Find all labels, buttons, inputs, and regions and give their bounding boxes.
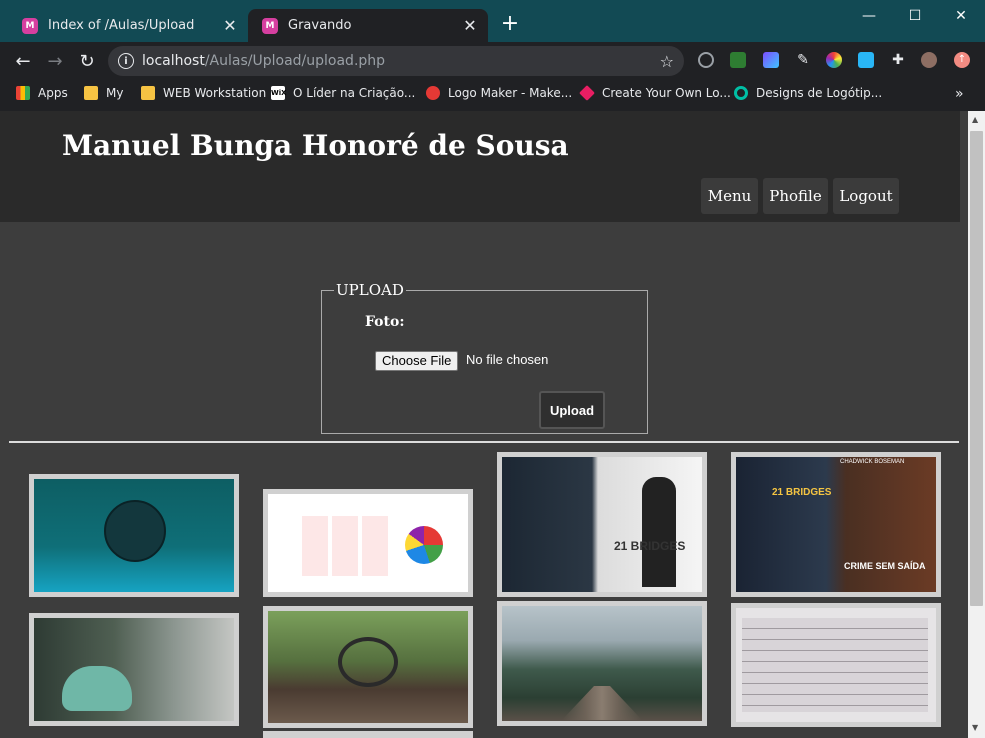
folder-icon	[141, 86, 155, 100]
bookmark-web-workstation[interactable]: WEB Workstation	[141, 86, 266, 100]
extension-icon[interactable]	[858, 52, 874, 68]
site-title: Manuel Bunga Honoré de Sousa	[62, 129, 569, 162]
gallery-image-21-bridges-dvd[interactable]: 21 BRIDGES	[497, 452, 707, 597]
site-header: Manuel Bunga Honoré de Sousa Menu Phofil…	[0, 111, 960, 222]
wix-icon: WiX	[271, 86, 287, 100]
page-content: Manuel Bunga Honoré de Sousa Menu Phofil…	[0, 111, 968, 738]
extension-icon[interactable]	[698, 52, 714, 68]
tab-title: Index of /Aulas/Upload	[48, 18, 195, 33]
minimize-button[interactable]: —	[846, 0, 892, 32]
pen-icon[interactable]: ✎	[795, 52, 811, 68]
divider	[9, 441, 959, 443]
tab-strip: M Index of /Aulas/Upload ✕ M Gravando ✕ …	[0, 0, 985, 42]
gallery-image-logo[interactable]	[29, 474, 239, 597]
poster-subtitle: CRIME SEM SAÍDA	[844, 561, 926, 571]
forward-button[interactable]: →	[42, 48, 68, 74]
gallery-image-price-table[interactable]	[263, 489, 473, 597]
gallery-image-21-bridges-poster[interactable]: CHADWICK BOSEMAN 21 BRIDGES CRIME SEM SA…	[731, 452, 941, 597]
poster-title: 21 BRIDGES	[772, 487, 832, 498]
choose-file-button[interactable]: Choose File	[375, 351, 459, 371]
logo-emblem	[104, 500, 166, 562]
scooter-body	[62, 666, 132, 711]
bookmark-my[interactable]: My	[84, 86, 123, 100]
tab-index-upload[interactable]: M Index of /Aulas/Upload ✕	[8, 9, 248, 42]
gallery-image-document[interactable]	[731, 603, 941, 727]
dvd-figure	[642, 477, 676, 587]
apps-grid-icon	[16, 86, 30, 100]
bookmark-label: Logo Maker - Make...	[448, 86, 573, 100]
close-tab-icon[interactable]: ✕	[220, 16, 240, 36]
bookmark-label: WEB Workstation	[163, 86, 267, 100]
logo-maker-icon	[426, 86, 440, 100]
color-wheel-icon[interactable]	[826, 52, 842, 68]
bookmark-wix[interactable]: WiX O Líder na Criação...	[271, 86, 415, 100]
close-tab-icon[interactable]: ✕	[460, 16, 480, 36]
back-button[interactable]: ←	[10, 48, 36, 74]
bookmark-label: My	[106, 86, 124, 100]
dvd-title: 21 BRIDGES	[614, 539, 686, 553]
railway-track	[562, 686, 642, 720]
maximize-button[interactable]: ☐	[892, 0, 938, 32]
designs-icon	[734, 86, 748, 100]
reload-button[interactable]: ↻	[74, 48, 100, 74]
folder-icon	[84, 86, 98, 100]
gallery-image-scooter[interactable]	[29, 613, 239, 726]
pie-chart-graphic	[405, 526, 443, 564]
scrollbar-thumb[interactable]	[970, 131, 983, 606]
upload-legend: UPLOAD	[336, 281, 404, 299]
document-table	[742, 618, 928, 712]
extension-icon[interactable]	[763, 52, 779, 68]
page-icon: M	[262, 17, 278, 34]
diamond-icon	[579, 85, 595, 101]
address-path: /Aulas/Upload/upload.php	[204, 53, 386, 69]
bookmark-label: Designs de Logótip...	[756, 86, 883, 100]
gallery-image-truck-interior[interactable]	[263, 606, 473, 728]
bookmark-create-logo[interactable]: Create Your Own Lo...	[579, 85, 731, 101]
gallery-image-railway[interactable]	[497, 601, 707, 726]
update-icon[interactable]: ↑	[954, 52, 970, 68]
tab-title: Gravando	[288, 18, 352, 33]
new-tab-button[interactable]: +	[498, 12, 522, 36]
bookmarks-bar: Apps My WEB Workstation WiX O Líder na Cr…	[0, 80, 985, 110]
bookmark-apps[interactable]: Apps	[16, 86, 68, 100]
nav-logout-button[interactable]: Logout	[833, 178, 899, 214]
page-icon: M	[22, 17, 38, 34]
address-bar[interactable]: i localhost/Aulas/Upload/upload.php ☆	[108, 46, 684, 76]
file-status: No file chosen	[466, 352, 549, 367]
upload-fieldset: UPLOAD Foto: Choose File No file chosen …	[321, 281, 648, 434]
foto-label: Foto:	[365, 314, 405, 330]
close-window-button[interactable]: ✕	[938, 0, 984, 32]
nav-menu-button[interactable]: Menu	[701, 178, 758, 214]
bookmark-label: Apps	[38, 86, 68, 100]
site-info-icon[interactable]: i	[118, 53, 134, 69]
steering-wheel	[338, 637, 398, 687]
tab-gravando[interactable]: M Gravando ✕	[248, 9, 488, 42]
bookmark-designs[interactable]: Designs de Logótip...	[734, 86, 882, 100]
scroll-down-icon[interactable]: ▼	[972, 723, 978, 732]
price-table-grid	[302, 516, 390, 576]
address-host: localhost	[142, 53, 205, 69]
bookmark-star-icon[interactable]: ☆	[660, 52, 674, 71]
bookmark-logo-maker[interactable]: Logo Maker - Make...	[426, 86, 572, 100]
bookmark-label: Create Your Own Lo...	[602, 86, 731, 100]
bookmark-label: O Líder na Criação...	[293, 86, 416, 100]
nav-profile-button[interactable]: Phofile	[763, 178, 828, 214]
avatar[interactable]	[921, 52, 937, 68]
upload-button[interactable]: Upload	[539, 391, 605, 429]
more-bookmarks-icon[interactable]: »	[955, 86, 964, 102]
extension-icon[interactable]	[730, 52, 746, 68]
page-scrollbar[interactable]: ▲ ▼	[968, 111, 985, 738]
puzzle-icon[interactable]: ✚	[890, 52, 906, 68]
scroll-up-icon[interactable]: ▲	[972, 115, 978, 124]
gallery-image-partial[interactable]	[263, 731, 473, 738]
poster-actor-name: CHADWICK BOSEMAN	[840, 459, 905, 465]
